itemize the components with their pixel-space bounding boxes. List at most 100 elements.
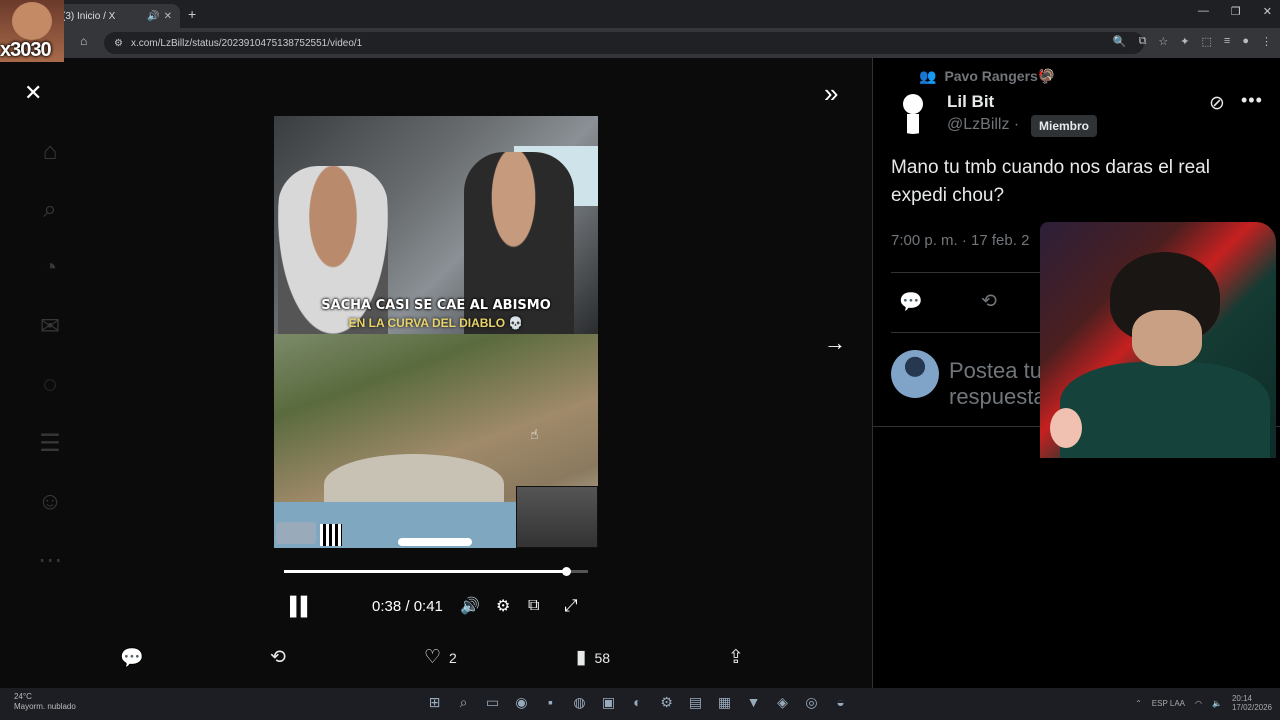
obs-icon[interactable]: ◐ xyxy=(629,694,646,711)
menu-icon[interactable]: ⋮ xyxy=(1261,35,1272,48)
wifi-icon[interactable]: ◠ xyxy=(1195,699,1202,708)
community-label[interactable]: 👥 Pavo Rangers🦃 xyxy=(919,68,1055,85)
video-frame[interactable]: SACHA CASI SE CAE AL ABISMO EN LA CURVA … xyxy=(274,116,598,548)
steam-icon[interactable]: ◒ xyxy=(832,694,849,711)
profile-icon[interactable]: ● xyxy=(1242,35,1249,48)
weather-widget[interactable]: 24°C Mayorm. nublado xyxy=(14,692,76,712)
settings-icon[interactable]: ⚙ xyxy=(658,694,675,711)
puzzle-icon[interactable]: ⬚ xyxy=(1202,35,1212,48)
search-nav-icon: ⌕ xyxy=(43,196,57,223)
progress-knob[interactable] xyxy=(561,567,571,576)
app2-icon[interactable]: ▦ xyxy=(716,694,733,711)
taskbar-apps: ⊞ ⌕ ▭ ◉ ▪ ◍ ▣ ◐ ⚙ ▤ ▦ ▼ ◈ ◎ ◒ xyxy=(426,694,849,711)
reply-icon: 💬 xyxy=(120,648,144,669)
tab-close-icon[interactable]: ✕ xyxy=(164,11,172,22)
streamer-face xyxy=(12,2,52,40)
facecam-inset xyxy=(516,486,598,548)
repost-button[interactable]: ⟲ xyxy=(270,646,286,669)
tray-chevron-icon[interactable]: ⌃ xyxy=(1135,699,1142,708)
pause-icon[interactable]: ▌▌ xyxy=(290,596,313,617)
system-tray: ⌃ ESP LAA ◠ 🔈 20:14 17/02/2026 xyxy=(1135,694,1272,712)
community-name: Pavo Rangers🦃 xyxy=(944,68,1056,84)
share-button[interactable]: ⇪ xyxy=(728,646,744,669)
new-tab-button[interactable]: + xyxy=(188,6,196,22)
analytics-icon: ▮ xyxy=(576,647,587,668)
community-icon: 👥 xyxy=(919,68,937,84)
control-row: ▌▌ 0:38 / 0:41 🔊 ⚙ ⧉ ⤢ xyxy=(274,594,598,618)
notepad-icon[interactable]: ▤ xyxy=(687,694,704,711)
time-display: 0:38 / 0:41 xyxy=(372,597,443,615)
bookmark-star-icon[interactable]: ☆ xyxy=(1158,35,1168,48)
brave-icon[interactable]: ▼ xyxy=(745,694,762,711)
current-user-avatar xyxy=(891,350,939,398)
expand-panel-icon[interactable]: » xyxy=(824,78,838,109)
member-badge: Miembro xyxy=(1031,115,1098,137)
app3-icon[interactable]: ◈ xyxy=(774,694,791,711)
language-indicator[interactable]: ESP LAA xyxy=(1152,699,1185,708)
author-name[interactable]: Lil Bit xyxy=(947,92,994,112)
fullscreen-icon[interactable]: ⤢ xyxy=(564,596,578,616)
speaker-icon[interactable]: 🔊 xyxy=(147,11,159,22)
app-icon[interactable]: ▣ xyxy=(600,694,617,711)
reply-input[interactable]: Postea tu respuesta xyxy=(949,358,1049,410)
mouse-cursor-icon: ☝ xyxy=(530,426,539,442)
settings-gear-icon[interactable]: ⚙ xyxy=(496,596,510,616)
volume-icon[interactable]: 🔊 xyxy=(460,596,480,616)
terminal-icon[interactable]: ▪ xyxy=(542,694,559,711)
chrome-icon[interactable]: ◉ xyxy=(513,694,530,711)
home-icon[interactable]: ⌂ xyxy=(80,34,87,48)
video-caption-line2: EN LA CURVA DEL DIABLO 💀 xyxy=(348,316,524,330)
site-info-icon[interactable]: ⚙ xyxy=(114,38,123,49)
author-avatar[interactable] xyxy=(891,90,935,134)
profile-nav-icon: ☺ xyxy=(37,488,63,515)
discord-icon[interactable]: ◍ xyxy=(571,694,588,711)
window-controls: — ❐ ✕ xyxy=(1198,5,1272,18)
more-options-icon[interactable]: ••• xyxy=(1241,90,1263,111)
notifications-nav-icon: ◔ xyxy=(42,254,58,281)
author-handle[interactable]: @LzBillz · xyxy=(947,116,1019,134)
qr-code xyxy=(320,524,342,546)
tweet-text: Mano tu tmb cuando nos daras el real exp… xyxy=(891,157,1210,206)
address-bar[interactable]: ⚙ x.com/LzBillz/status/20239104751387525… xyxy=(104,32,1144,54)
grok-icon[interactable]: ⊘ xyxy=(1209,92,1225,115)
clock-date: 17/02/2026 xyxy=(1231,703,1272,712)
tweet-reply-icon[interactable]: 💬 xyxy=(899,290,923,314)
webcam-face xyxy=(1132,310,1202,366)
video-road-scene xyxy=(274,334,598,548)
tweet-timestamp[interactable]: 7:00 p. m. · 17 feb. 2 xyxy=(891,232,1029,249)
like-count: 2 xyxy=(449,649,457,666)
next-media-arrow-icon[interactable]: → xyxy=(824,330,846,356)
cast-icon[interactable]: ⧉ xyxy=(1139,35,1147,48)
webcam-shirt xyxy=(1060,362,1270,458)
app4-icon[interactable]: ◎ xyxy=(803,694,820,711)
file-explorer-icon[interactable]: ▭ xyxy=(484,694,501,711)
close-window-button[interactable]: ✕ xyxy=(1263,5,1272,18)
volume-tray-icon[interactable]: 🔈 xyxy=(1212,699,1222,708)
heart-icon: ♡ xyxy=(424,647,442,668)
close-media-button[interactable]: ✕ xyxy=(24,80,42,106)
views-button[interactable]: ▮ 58 xyxy=(576,646,610,669)
avatar-body xyxy=(907,114,919,134)
search-icon[interactable]: ⌕ xyxy=(455,694,472,711)
tweet-repost-icon[interactable]: ⟲ xyxy=(981,290,997,313)
streamer-webcam-overlay xyxy=(1040,222,1276,458)
messages-nav-icon: ✉ xyxy=(39,313,61,340)
minimize-button[interactable]: — xyxy=(1198,5,1209,18)
repost-icon: ⟲ xyxy=(270,647,286,668)
weather-temp: 24°C xyxy=(14,692,32,701)
media-control-icon[interactable]: ≡ xyxy=(1224,35,1230,48)
picture-in-picture-icon[interactable]: ⧉ xyxy=(528,597,539,615)
browser-tabbar: (3) Inicio / X 🔊 ✕ + — ❐ ✕ xyxy=(0,0,1280,28)
zoom-icon[interactable]: 🔍 xyxy=(1113,35,1127,48)
weather-desc: Mayorm. nublado xyxy=(14,702,76,711)
like-button[interactable]: ♡ 2 xyxy=(424,646,457,669)
progress-bar[interactable] xyxy=(284,567,588,576)
reply-button[interactable]: 💬 xyxy=(120,646,144,670)
maximize-button[interactable]: ❐ xyxy=(1231,5,1241,18)
windows-taskbar: 24°C Mayorm. nublado ⊞ ⌕ ▭ ◉ ▪ ◍ ▣ ◐ ⚙ ▤… xyxy=(0,688,1280,720)
clock[interactable]: 20:14 17/02/2026 xyxy=(1232,694,1272,712)
streamer-avatar-overlay: x3030 xyxy=(0,0,64,62)
start-icon[interactable]: ⊞ xyxy=(426,694,443,711)
extension-icon[interactable]: ✦ xyxy=(1180,35,1189,48)
view-count: 58 xyxy=(594,649,611,666)
